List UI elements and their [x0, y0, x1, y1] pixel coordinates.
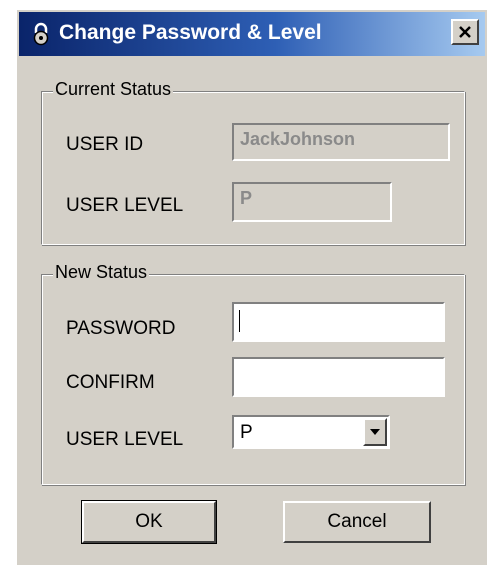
new-status-group: New Status PASSWORD CONFIRM USER LEVEL P: [41, 262, 465, 485]
new-user-level-label: USER LEVEL: [66, 429, 184, 450]
dropdown-button[interactable]: [363, 418, 387, 446]
ok-button[interactable]: OK: [81, 500, 217, 544]
user-id-field: JackJohnson: [232, 123, 450, 161]
user-id-label: USER ID: [66, 134, 144, 155]
window-title: Change Password & Level: [59, 21, 322, 44]
password-input[interactable]: [232, 302, 445, 342]
cancel-button[interactable]: Cancel: [283, 501, 431, 543]
password-label: PASSWORD: [66, 318, 176, 339]
close-button[interactable]: [451, 19, 479, 45]
user-level-select[interactable]: P: [232, 415, 390, 449]
current-user-level-field: P: [232, 182, 392, 222]
confirm-input[interactable]: [232, 357, 445, 397]
user-level-selected: P: [240, 422, 253, 443]
close-icon: [459, 26, 471, 38]
current-status-legend: Current Status: [53, 79, 174, 100]
text-cursor: [239, 310, 240, 332]
current-status-group: Current Status USER ID JackJohnson USER …: [41, 79, 465, 245]
change-password-dialog: Change Password & Level Current Status U…: [15, 8, 487, 565]
chevron-down-icon: [370, 429, 380, 435]
padlock-icon: [29, 22, 53, 46]
current-user-level-label: USER LEVEL: [66, 195, 184, 216]
new-status-legend: New Status: [53, 262, 150, 283]
title-bar[interactable]: Change Password & Level: [19, 12, 485, 56]
confirm-label: CONFIRM: [66, 372, 155, 393]
